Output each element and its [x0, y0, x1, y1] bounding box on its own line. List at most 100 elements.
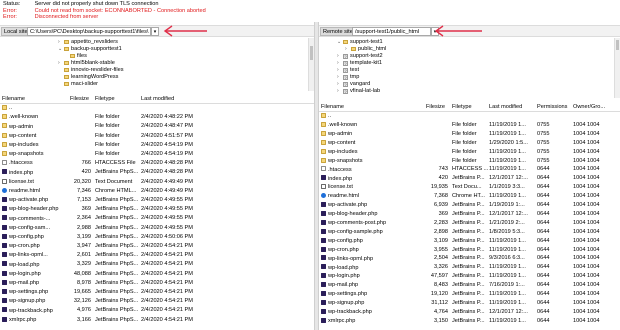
table-row[interactable]: wp-includes File folder 2/4/2020 4:54:19 P…: [0, 141, 314, 149]
scrollbar-thumb[interactable]: [310, 46, 313, 60]
tree-node[interactable]: › html5blank-stable: [58, 60, 115, 67]
table-row[interactable]: wp-signup.php 31,112 JetBrains P... 11/19/2…: [319, 299, 620, 307]
table-row[interactable]: wp-config-sample.php 2,898 JetBrains P... 1…: [319, 228, 620, 236]
tree-node[interactable]: › public_html: [345, 46, 386, 53]
expand-icon[interactable]: ›: [337, 81, 342, 88]
table-row[interactable]: wp-blog-header.php 369 JetBrains P... 12/1/…: [319, 210, 620, 218]
expand-icon[interactable]: ›: [345, 46, 350, 53]
expand-icon[interactable]: ›: [337, 67, 342, 74]
expand-icon[interactable]: ›: [58, 39, 63, 46]
table-row[interactable]: wp-load.php 3,329 JetBrains PhpS... 2/4/202…: [0, 261, 314, 268]
table-row[interactable]: wp-admin File folder 11/19/2019 1... 0755 10…: [319, 130, 620, 138]
file-size: 4,976: [77, 307, 91, 314]
local-tree-scrollbar[interactable]: [308, 38, 314, 91]
tree-node[interactable]: maci-slider: [64, 81, 98, 88]
table-row[interactable]: wp-cron.php 3,947 JetBrains PhpS... 2/4/202…: [0, 243, 314, 250]
table-row[interactable]: wp-trackback.php 4,976 JetBrains PhpS... 2/…: [0, 307, 314, 314]
table-row[interactable]: wp-includes File folder 11/19/2019 1... 075…: [319, 148, 620, 156]
table-row[interactable]: wp-signup.php 32,126 JetBrains PhpS... 2/4/…: [0, 298, 314, 305]
table-row[interactable]: wp-snapshots File folder 11/19/2019 1... 07…: [319, 157, 620, 165]
table-row[interactable]: wp-links-opml... 2,601 JetBrains PhpS... 2/…: [0, 252, 314, 259]
table-row[interactable]: wp-activate.php 7,153 JetBrains PhpS... 2/4…: [0, 197, 314, 204]
collapse-icon[interactable]: ⌄: [58, 46, 63, 53]
tree-node[interactable]: ›? vangard: [337, 81, 370, 88]
table-row[interactable]: .well-known File folder 11/19/2019 1... 075…: [319, 121, 620, 129]
table-row[interactable]: license.txt 19,935 Text Docu... 1/1/2019 3:…: [319, 184, 620, 191]
tree-node[interactable]: innovio-revslider-files: [64, 67, 124, 74]
tree-node[interactable]: ›? template-kit1: [337, 60, 382, 67]
local-site-path-input[interactable]: C:\Users\PC\Desktop\backup-supporttest1\…: [27, 27, 151, 36]
tree-node[interactable]: ›? vfinal-lat-lab: [337, 88, 380, 95]
expand-icon[interactable]: ›: [337, 60, 342, 67]
table-row[interactable]: .well-known File folder 2/4/2020 4:48:22 P…: [0, 114, 314, 121]
table-row[interactable]: wp-mail.php 8,483 JetBrains P... 7/16/2019 …: [319, 282, 620, 289]
column-header-filename[interactable]: Filename: [321, 104, 344, 111]
expand-icon[interactable]: ›: [337, 53, 342, 60]
tree-node[interactable]: learningWordPress: [64, 74, 118, 81]
table-row[interactable]: wp-activate.php 6,939 JetBrains P... 1/19/2…: [319, 202, 620, 209]
table-row[interactable]: wp-config.php 3,199 JetBrains PhpS... 2/4/2…: [0, 233, 314, 241]
table-row[interactable]: wp-comments-post.php 2,283 JetBrains P... 1…: [319, 219, 620, 227]
tree-node[interactable]: ›? test: [337, 67, 359, 74]
table-row[interactable]: index.php 420 JetBrains PhpS... 2/4/2020 4:…: [0, 169, 314, 176]
table-row[interactable]: wp-snapshots File folder 2/4/2020 4:54:19 …: [0, 151, 314, 158]
tree-node[interactable]: ›? tmp: [337, 74, 359, 81]
table-row[interactable]: wp-blog-header.php 369 JetBrains PhpS... 2/…: [0, 206, 314, 213]
scrollbar-thumb[interactable]: [616, 40, 619, 50]
column-header-filetype[interactable]: Filetype: [452, 104, 472, 111]
column-header-last-modified[interactable]: Last modified: [489, 104, 522, 111]
file-modified: 11/19/2019 1...: [489, 148, 526, 155]
table-row[interactable]: wp-config.php 3,109 JetBrains P... 11/19/20…: [319, 237, 620, 245]
file-owner-group: 1004 1004: [573, 184, 600, 191]
table-row[interactable]: xmlrpc.php 3,150 JetBrains P... 11/19/2019 …: [319, 317, 620, 325]
table-row[interactable]: license.txt 20,320 Text Document 2/4/2020 4…: [0, 178, 314, 186]
table-row[interactable]: wp-cron.php 3,955 JetBrains P... 11/19/2019…: [319, 246, 620, 254]
column-header-filetype[interactable]: Filetype: [95, 96, 115, 103]
expand-icon[interactable]: ›: [58, 60, 63, 67]
column-header-owner-group[interactable]: Owner/Gro...: [573, 104, 605, 111]
table-row[interactable]: wp-content File folder 2/4/2020 4:51:57 PM: [0, 132, 314, 140]
remote-tree-scrollbar[interactable]: [614, 38, 620, 98]
tree-node[interactable]: › appetito_revsliders: [58, 39, 118, 46]
table-row[interactable]: wp-login.php 48,088 JetBrains PhpS... 2/4/2…: [0, 270, 314, 278]
table-row[interactable]: .htaccess 766 HTACCESS File 2/4/2020 4:48:2…: [0, 160, 314, 167]
table-row[interactable]: wp-mail.php 8,978 JetBrains PhpS... 2/4/202…: [0, 279, 314, 287]
table-row[interactable]: wp-links-opml.php 2,504 JetBrains P... 9/3/…: [319, 255, 620, 262]
local-site-dropdown-icon[interactable]: ▾: [151, 27, 159, 36]
table-row[interactable]: readme.html 7,368 Chrome HT... 11/19/2019 1…: [319, 193, 620, 200]
table-row[interactable]: wp-content File folder 1/29/2020 1:5... 075…: [319, 139, 620, 147]
table-row[interactable]: wp-settings.php 19,665 JetBrains PhpS... 2/…: [0, 289, 314, 296]
tree-node[interactable]: files: [70, 53, 87, 60]
table-row[interactable]: wp-config-sam... 2,988 JetBrains PhpS... 2/…: [0, 224, 314, 232]
table-row[interactable]: wp-trackback.php 4,764 JetBrains P... 12/1/…: [319, 308, 620, 316]
table-row[interactable]: wp-login.php 47,597 JetBrains P... 11/19/20…: [319, 273, 620, 280]
table-row[interactable]: wp-admin File folder 2/4/2020 4:48:47 PM: [0, 123, 314, 130]
file-modified: 11/19/2019 1...: [489, 264, 526, 271]
expand-icon[interactable]: ›: [337, 74, 342, 81]
tree-node[interactable]: ⌄ support-test1: [337, 39, 383, 46]
annotation-arrow-local: [163, 25, 207, 37]
file-permissions: 0644: [537, 282, 550, 289]
tree-node[interactable]: ›? support-test2: [337, 53, 383, 60]
collapse-icon[interactable]: ⌄: [337, 39, 342, 46]
file-name: wp-snapshots: [9, 151, 44, 158]
column-header-filesize[interactable]: Filesize: [426, 104, 445, 111]
column-header-filename[interactable]: Filename: [2, 96, 25, 103]
tree-node[interactable]: ⌄ backup-supporttest1: [58, 46, 122, 53]
table-row[interactable]: ..: [319, 113, 620, 120]
table-row[interactable]: wp-settings.php 19,120 JetBrains P... 11/19…: [319, 291, 620, 298]
remote-site-path-input[interactable]: /support-test1/public_html: [352, 27, 431, 36]
file-modified: 2/4/2020 4:54:19 PM: [141, 141, 193, 148]
table-row[interactable]: ..: [0, 105, 314, 112]
column-header-permissions[interactable]: Permissions: [537, 104, 567, 111]
table-row[interactable]: xmlrpc.php 3,166 JetBrains PhpS... 2/4/2020…: [0, 316, 314, 324]
column-header-filesize[interactable]: Filesize: [70, 96, 89, 103]
php-icon: [321, 210, 326, 216]
table-row[interactable]: wp-comments-... 2,364 JetBrains PhpS... 2/4…: [0, 215, 314, 222]
expand-icon[interactable]: ›: [337, 88, 342, 95]
table-row[interactable]: .htaccess 743 HTACCESS ... 11/19/2019 1... 0…: [319, 166, 620, 173]
table-row[interactable]: readme.html 7,346 Chrome HTML... 2/4/2020 4…: [0, 187, 314, 195]
table-row[interactable]: index.php 420 JetBrains P... 12/1/2017 12:.…: [319, 175, 620, 182]
column-header-last-modified[interactable]: Last modified: [141, 96, 174, 103]
table-row[interactable]: wp-load.php 3,326 JetBrains P... 11/19/2019…: [319, 264, 620, 271]
